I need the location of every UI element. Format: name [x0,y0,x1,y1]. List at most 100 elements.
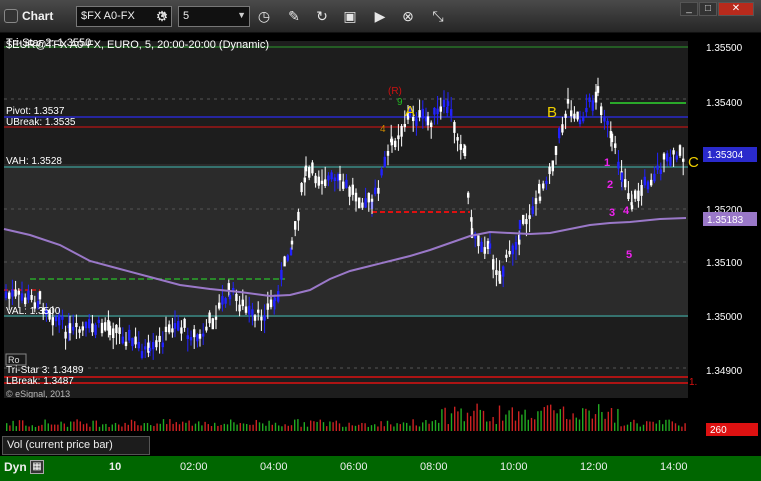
volume-bar [617,408,619,431]
volume-bar [18,420,21,431]
chevron-down-icon[interactable]: ▼ [237,10,246,20]
volume-bar [191,425,193,431]
volume-bar [674,423,677,431]
volume-bar [38,425,40,431]
price-bar-body [221,296,224,305]
price-bar-body [198,333,202,339]
price-bar-body [345,179,348,188]
price-bar-body [320,180,324,185]
price-bar-body [436,108,439,115]
price-bar-body [269,299,273,308]
volume-bar [284,424,286,431]
time-axis-bar: Dyn ▦ 10 02:00 04:00 06:00 08:00 10:00 1… [0,456,761,481]
volume-bar [300,426,302,431]
volume-bar [95,420,97,431]
volume-bar [82,424,85,431]
volume-bar [226,424,229,431]
gear-icon[interactable]: ⚙ [151,6,173,27]
maximize-button[interactable]: □ [699,2,717,16]
volume-bar [137,425,139,431]
volume-bar [681,426,683,431]
clock-icon[interactable]: ◷ [253,6,275,27]
price-bar-body [456,137,459,141]
volume-bar [668,419,670,431]
volume-bar [287,425,289,431]
price-bar-body [439,106,442,112]
volume-study-label[interactable]: Vol (current price bar) [2,436,150,455]
price-bar-body [317,176,320,186]
time-tick: 06:00 [340,461,368,473]
volume-bar [524,409,526,431]
price-bar-body [386,151,390,156]
watermark: © eSignal, 2013 [6,389,70,399]
volume-bar [479,409,481,431]
price-bar-body [551,160,554,172]
dynamic-mode-label[interactable]: Dyn [4,460,27,474]
lbreak-label: LBreak: 1.3487 [6,376,74,387]
price-bar-body [656,165,659,170]
price-bar-body [24,297,27,305]
volume-bar [511,407,513,431]
volume-bar [262,423,264,431]
price-axis[interactable]: 1.35500 1.35400 1.35304 1.35200 1.35183 … [689,43,757,388]
volume-bar [172,423,174,431]
volume-bar [559,409,561,431]
volume-bar [98,426,101,431]
price-bar-body [666,153,669,162]
price-bar-body [211,318,214,330]
price-bar-body [400,125,403,137]
volume-bar [409,425,411,431]
volume-bar [566,418,568,431]
volume-bar [607,411,609,431]
price-bar-body [266,303,269,310]
volume-bar [242,423,245,431]
price-bar-body [418,110,421,118]
price-bar-body [11,289,14,297]
price-bar-body [205,326,208,331]
interval-select[interactable]: 5 ▼ [178,6,250,27]
volume-bar [505,414,507,431]
price-bar-body [576,111,579,120]
volume-bar [354,425,357,431]
volume-bar [351,425,353,431]
volume-bar [489,421,491,431]
volume-bar [534,419,536,431]
price-bar-body [591,100,594,111]
cancel-icon[interactable]: ⊗ [397,6,419,27]
play-icon[interactable]: ▶ [369,6,391,27]
grid-icon[interactable]: ▦ [30,460,44,474]
volume-bar [281,426,283,431]
volume-bar [76,419,78,431]
volume-bar [422,422,424,431]
price-bar-body [314,175,317,184]
price-bar-body [403,123,406,128]
price-bar-body [227,283,230,291]
volume-bar [671,421,673,431]
minimize-button[interactable]: _ [680,2,698,16]
close-button[interactable]: ✕ [718,2,754,16]
price-bar-body [189,336,193,341]
price-bar-body [620,172,624,182]
price-bar-body [144,346,147,350]
refresh-icon[interactable]: ↻ [311,6,333,27]
price-chart[interactable]: Tri-Star 2: 1.3550 $EUR@TFX A0-FX, EURO,… [0,33,761,481]
price-bar-body [624,179,627,188]
volume-bar [28,426,30,431]
volume-bar [639,426,641,431]
ro-label[interactable]: Ro [8,355,20,365]
pencil-icon[interactable]: ✎ [283,6,305,27]
price-bar-body [224,298,227,304]
volume-bar [444,407,446,431]
price-bar-body [634,190,637,199]
indicator-icon[interactable]: ▣ [339,6,361,27]
price-bar-body [531,206,534,214]
volume-bar [236,424,238,431]
price-bar-body [75,322,78,328]
volume-bar [15,426,17,431]
price-bar-body [51,317,54,326]
volume-bar [217,425,219,431]
volume-bar [537,411,539,431]
link-icon[interactable]: ⤡ [427,6,449,27]
volume-bar [194,423,197,431]
price-bar-body [124,341,128,347]
